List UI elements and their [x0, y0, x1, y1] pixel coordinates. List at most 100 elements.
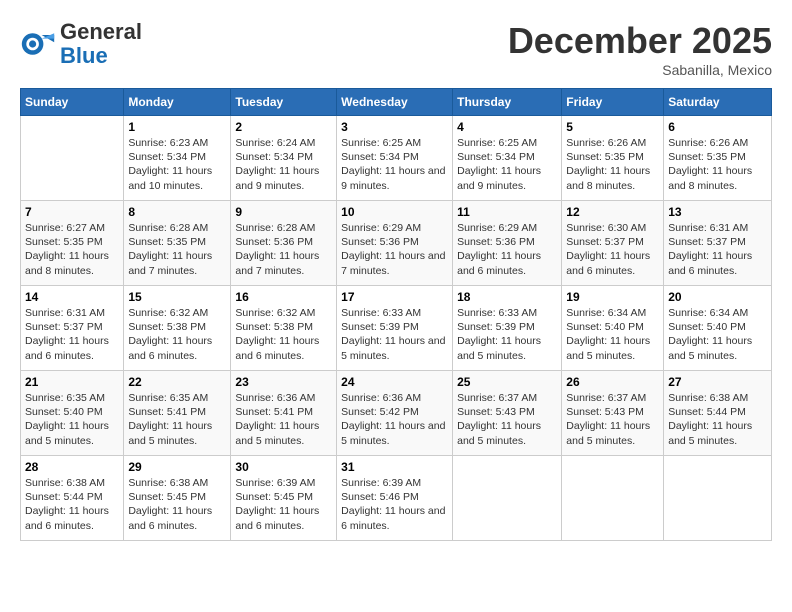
calendar-header: SundayMondayTuesdayWednesdayThursdayFrid… [21, 89, 772, 116]
day-cell: 1 Sunrise: 6:23 AM Sunset: 5:34 PM Daylig… [124, 116, 231, 201]
day-info: Sunrise: 6:35 AM Sunset: 5:41 PM Dayligh… [128, 391, 226, 448]
day-info: Sunrise: 6:27 AM Sunset: 5:35 PM Dayligh… [25, 221, 119, 278]
week-row-1: 1 Sunrise: 6:23 AM Sunset: 5:34 PM Daylig… [21, 116, 772, 201]
page-header: General Blue December 2025 Sabanilla, Me… [20, 20, 772, 78]
day-cell: 12 Sunrise: 6:30 AM Sunset: 5:37 PM Dayli… [562, 201, 664, 286]
day-number: 24 [341, 375, 448, 389]
week-row-5: 28 Sunrise: 6:38 AM Sunset: 5:44 PM Dayli… [21, 456, 772, 541]
day-info: Sunrise: 6:29 AM Sunset: 5:36 PM Dayligh… [457, 221, 557, 278]
day-cell: 11 Sunrise: 6:29 AM Sunset: 5:36 PM Dayli… [453, 201, 562, 286]
day-info: Sunrise: 6:30 AM Sunset: 5:37 PM Dayligh… [566, 221, 659, 278]
header-friday: Friday [562, 89, 664, 116]
day-number: 20 [668, 290, 767, 304]
day-info: Sunrise: 6:39 AM Sunset: 5:46 PM Dayligh… [341, 476, 448, 533]
day-info: Sunrise: 6:26 AM Sunset: 5:35 PM Dayligh… [566, 136, 659, 193]
day-number: 3 [341, 120, 448, 134]
day-info: Sunrise: 6:35 AM Sunset: 5:40 PM Dayligh… [25, 391, 119, 448]
day-info: Sunrise: 6:38 AM Sunset: 5:44 PM Dayligh… [25, 476, 119, 533]
day-info: Sunrise: 6:37 AM Sunset: 5:43 PM Dayligh… [566, 391, 659, 448]
header-tuesday: Tuesday [231, 89, 337, 116]
day-cell: 10Sunrise: 6:29 AM Sunset: 5:36 PM Dayli… [337, 201, 453, 286]
day-info: Sunrise: 6:38 AM Sunset: 5:44 PM Dayligh… [668, 391, 767, 448]
day-cell: 17Sunrise: 6:33 AM Sunset: 5:39 PM Dayli… [337, 286, 453, 371]
day-number: 11 [457, 205, 557, 219]
day-number: 18 [457, 290, 557, 304]
day-number: 4 [457, 120, 557, 134]
day-info: Sunrise: 6:25 AM Sunset: 5:34 PM Dayligh… [341, 136, 448, 193]
day-cell: 21 Sunrise: 6:35 AM Sunset: 5:40 PM Dayli… [21, 371, 124, 456]
day-cell: 28 Sunrise: 6:38 AM Sunset: 5:44 PM Dayli… [21, 456, 124, 541]
day-info: Sunrise: 6:38 AM Sunset: 5:45 PM Dayligh… [128, 476, 226, 533]
day-info: Sunrise: 6:24 AM Sunset: 5:34 PM Dayligh… [235, 136, 332, 193]
location-subtitle: Sabanilla, Mexico [508, 62, 772, 78]
day-number: 5 [566, 120, 659, 134]
day-info: Sunrise: 6:31 AM Sunset: 5:37 PM Dayligh… [25, 306, 119, 363]
day-number: 16 [235, 290, 332, 304]
day-number: 22 [128, 375, 226, 389]
day-cell: 19Sunrise: 6:34 AM Sunset: 5:40 PM Dayli… [562, 286, 664, 371]
day-cell: 4 Sunrise: 6:25 AM Sunset: 5:34 PM Daylig… [453, 116, 562, 201]
day-cell: 15 Sunrise: 6:32 AM Sunset: 5:38 PM Dayli… [124, 286, 231, 371]
day-number: 21 [25, 375, 119, 389]
day-cell: 9 Sunrise: 6:28 AM Sunset: 5:36 PM Daylig… [231, 201, 337, 286]
day-number: 31 [341, 460, 448, 474]
day-info: Sunrise: 6:28 AM Sunset: 5:36 PM Dayligh… [235, 221, 332, 278]
day-number: 1 [128, 120, 226, 134]
calendar-table: SundayMondayTuesdayWednesdayThursdayFrid… [20, 88, 772, 541]
day-info: Sunrise: 6:28 AM Sunset: 5:35 PM Dayligh… [128, 221, 226, 278]
week-row-2: 7 Sunrise: 6:27 AM Sunset: 5:35 PM Daylig… [21, 201, 772, 286]
logo-blue: Blue [60, 44, 142, 68]
day-cell: 22 Sunrise: 6:35 AM Sunset: 5:41 PM Dayli… [124, 371, 231, 456]
day-cell: 20Sunrise: 6:34 AM Sunset: 5:40 PM Dayli… [664, 286, 772, 371]
day-cell: 24 Sunrise: 6:36 AM Sunset: 5:42 PM Dayli… [337, 371, 453, 456]
logo-text: General Blue [60, 20, 142, 68]
day-info: Sunrise: 6:23 AM Sunset: 5:34 PM Dayligh… [128, 136, 226, 193]
day-number: 30 [235, 460, 332, 474]
day-cell: 31 Sunrise: 6:39 AM Sunset: 5:46 PM Dayli… [337, 456, 453, 541]
day-cell [21, 116, 124, 201]
day-number: 2 [235, 120, 332, 134]
day-number: 14 [25, 290, 119, 304]
title-block: December 2025 Sabanilla, Mexico [508, 20, 772, 78]
day-cell: 18 Sunrise: 6:33 AM Sunset: 5:39 PM Dayli… [453, 286, 562, 371]
day-number: 19 [566, 290, 659, 304]
day-cell: 27Sunrise: 6:38 AM Sunset: 5:44 PM Dayli… [664, 371, 772, 456]
day-cell: 26 Sunrise: 6:37 AM Sunset: 5:43 PM Dayli… [562, 371, 664, 456]
header-row: SundayMondayTuesdayWednesdayThursdayFrid… [21, 89, 772, 116]
day-cell: 2 Sunrise: 6:24 AM Sunset: 5:34 PM Daylig… [231, 116, 337, 201]
day-cell: 16 Sunrise: 6:32 AM Sunset: 5:38 PM Dayli… [231, 286, 337, 371]
day-info: Sunrise: 6:33 AM Sunset: 5:39 PM Dayligh… [457, 306, 557, 363]
day-info: Sunrise: 6:32 AM Sunset: 5:38 PM Dayligh… [235, 306, 332, 363]
week-row-3: 14 Sunrise: 6:31 AM Sunset: 5:37 PM Dayli… [21, 286, 772, 371]
day-cell: 14 Sunrise: 6:31 AM Sunset: 5:37 PM Dayli… [21, 286, 124, 371]
day-cell: 29Sunrise: 6:38 AM Sunset: 5:45 PM Dayli… [124, 456, 231, 541]
day-number: 8 [128, 205, 226, 219]
header-thursday: Thursday [453, 89, 562, 116]
logo-general: General [60, 20, 142, 44]
month-title: December 2025 [508, 20, 772, 62]
day-number: 15 [128, 290, 226, 304]
day-info: Sunrise: 6:36 AM Sunset: 5:42 PM Dayligh… [341, 391, 448, 448]
day-number: 12 [566, 205, 659, 219]
day-cell: 7 Sunrise: 6:27 AM Sunset: 5:35 PM Daylig… [21, 201, 124, 286]
day-number: 26 [566, 375, 659, 389]
day-number: 17 [341, 290, 448, 304]
day-number: 9 [235, 205, 332, 219]
day-cell: 5 Sunrise: 6:26 AM Sunset: 5:35 PM Daylig… [562, 116, 664, 201]
day-number: 25 [457, 375, 557, 389]
logo: General Blue [20, 20, 142, 68]
header-sunday: Sunday [21, 89, 124, 116]
day-info: Sunrise: 6:25 AM Sunset: 5:34 PM Dayligh… [457, 136, 557, 193]
day-number: 7 [25, 205, 119, 219]
day-number: 13 [668, 205, 767, 219]
day-info: Sunrise: 6:26 AM Sunset: 5:35 PM Dayligh… [668, 136, 767, 193]
day-cell: 6Sunrise: 6:26 AM Sunset: 5:35 PM Daylig… [664, 116, 772, 201]
day-cell [562, 456, 664, 541]
day-cell: 3 Sunrise: 6:25 AM Sunset: 5:34 PM Daylig… [337, 116, 453, 201]
header-monday: Monday [124, 89, 231, 116]
day-cell [664, 456, 772, 541]
day-info: Sunrise: 6:31 AM Sunset: 5:37 PM Dayligh… [668, 221, 767, 278]
day-info: Sunrise: 6:32 AM Sunset: 5:38 PM Dayligh… [128, 306, 226, 363]
logo-icon [20, 26, 56, 62]
day-number: 28 [25, 460, 119, 474]
